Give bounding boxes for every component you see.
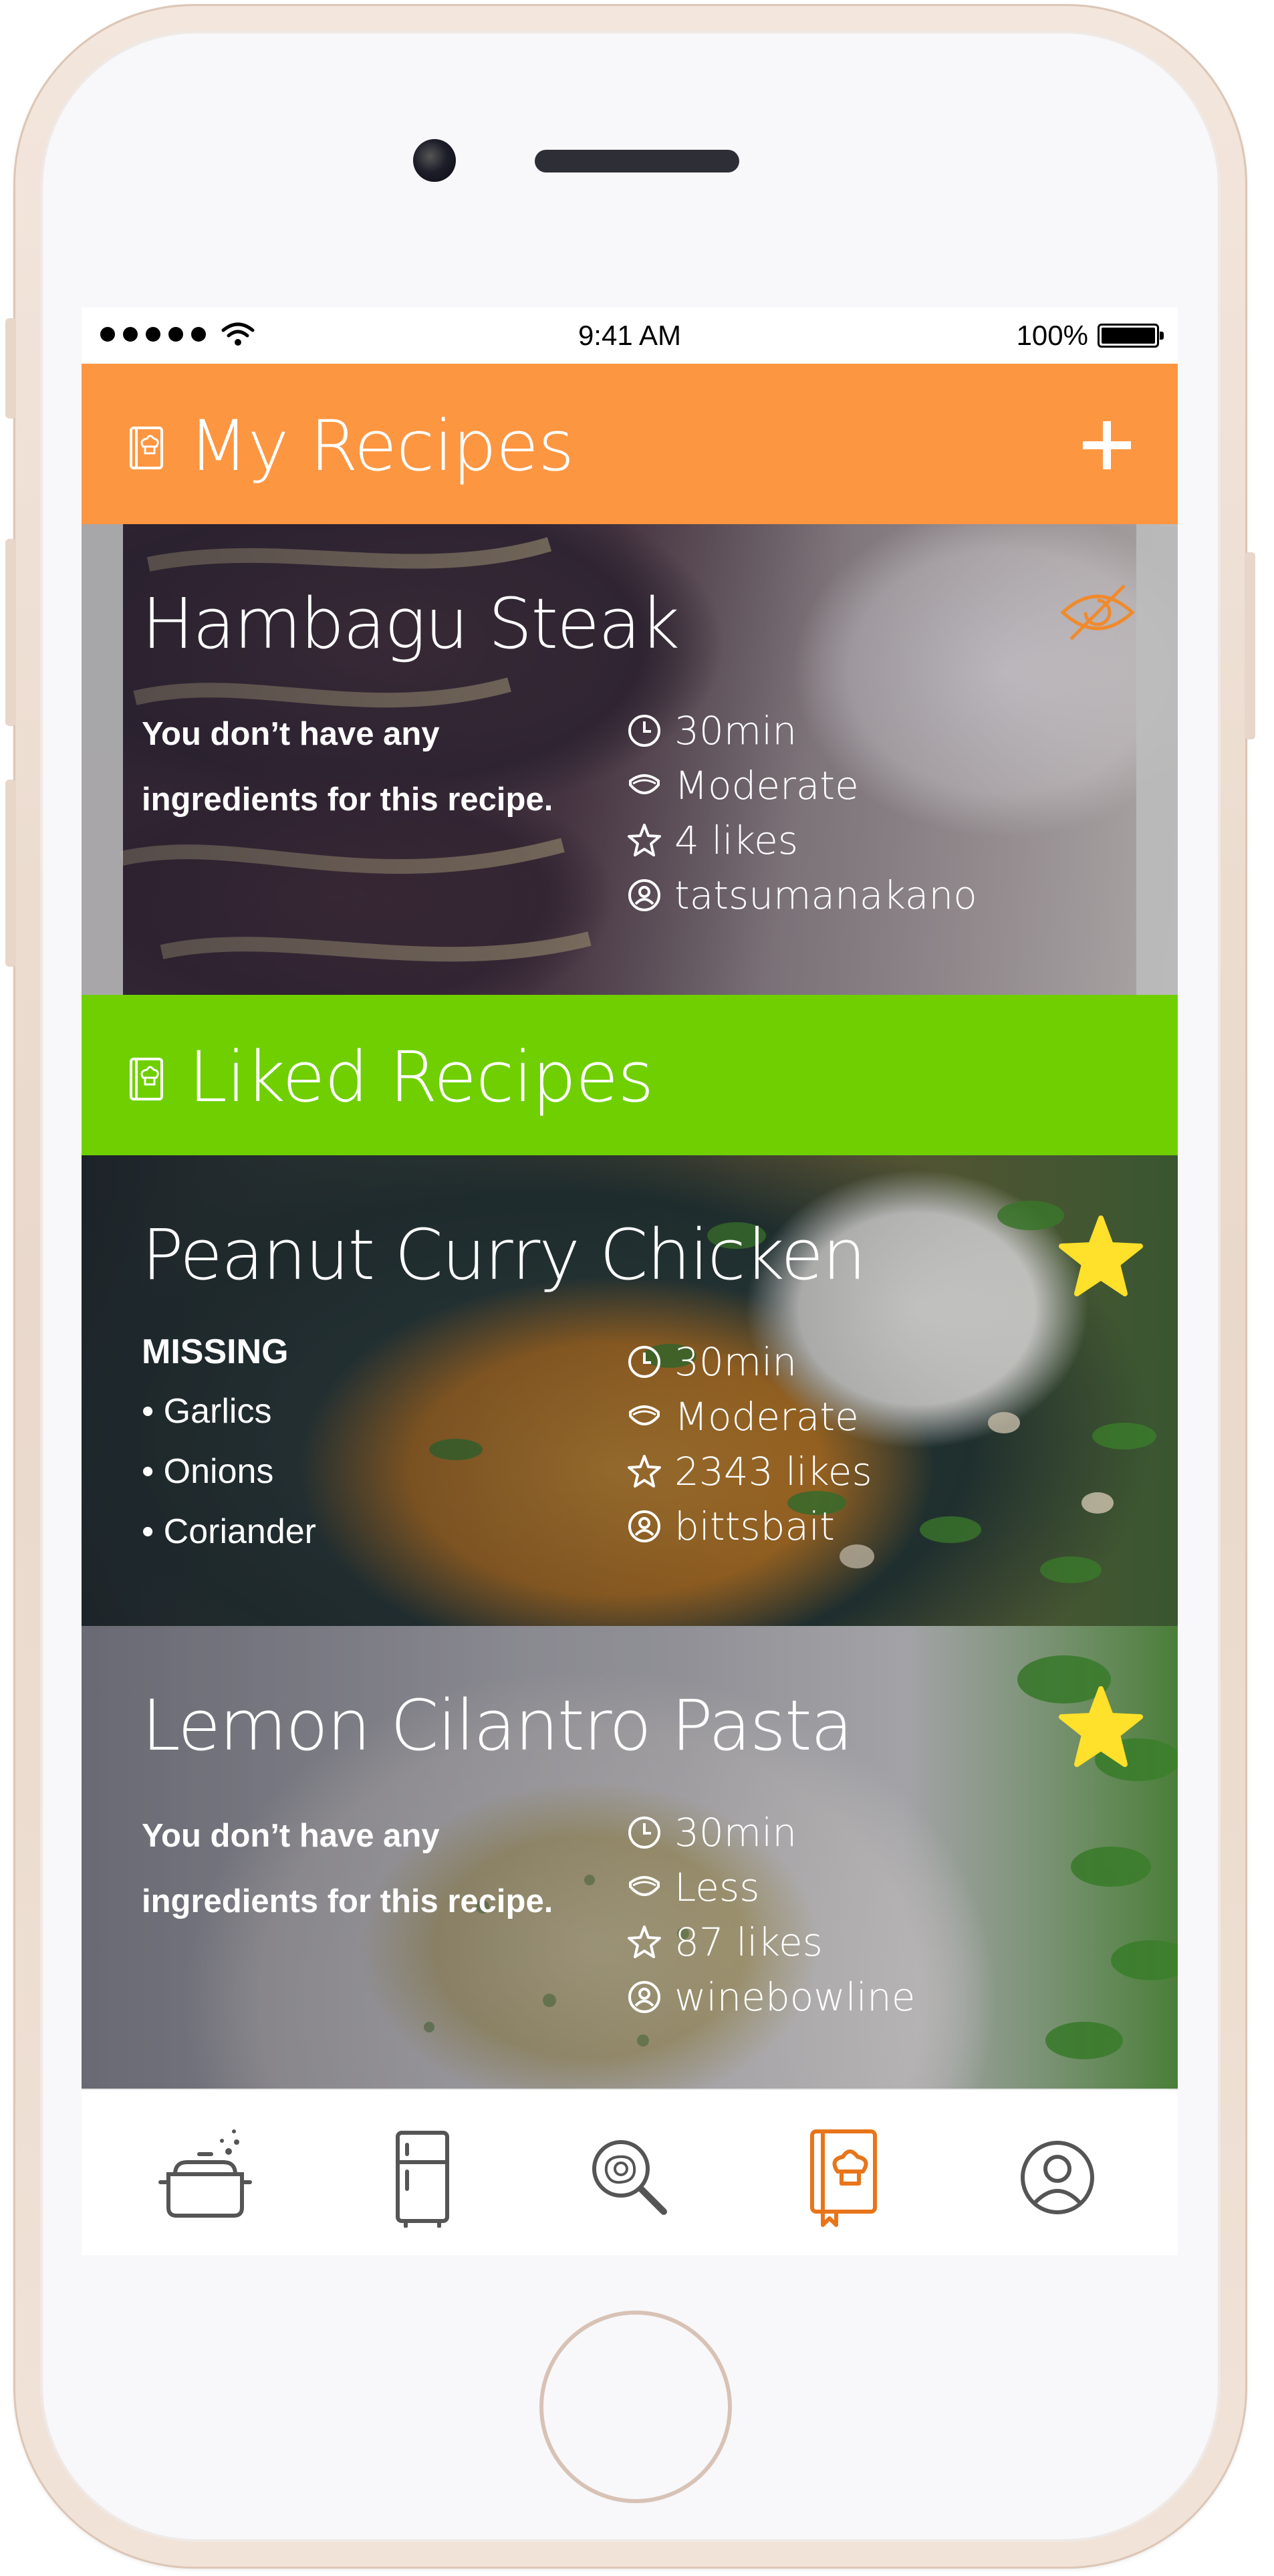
my-recipes-header: My Recipes	[82, 364, 1178, 524]
battery-percent: 100%	[1016, 320, 1088, 351]
recipe-title: Hambagu Steak	[142, 583, 680, 665]
star-outline-icon	[628, 1925, 661, 1958]
author: tatsumanakano	[674, 872, 977, 918]
recipe-book-icon	[130, 427, 163, 469]
difficulty-icon	[629, 1876, 660, 1896]
user-icon	[628, 1510, 660, 1542]
fridge-icon[interactable]	[372, 2127, 473, 2228]
missing-item: • Garlics	[142, 1392, 272, 1431]
author: bittsbait	[674, 1504, 835, 1549]
star-icon[interactable]	[1057, 1215, 1144, 1298]
cook-time: 30min	[674, 1810, 797, 1855]
likes-count: 87 likes	[674, 1919, 823, 1965]
clock-icon	[628, 1346, 660, 1378]
volume-up-button	[5, 539, 16, 726]
star-outline-icon	[628, 1455, 661, 1488]
page-title: My Recipes	[188, 405, 574, 487]
ingredients-note: You don’t have any ingredients for this …	[142, 716, 553, 818]
volume-down-button	[5, 780, 16, 967]
right-edge	[1136, 524, 1178, 995]
star-outline-icon	[628, 824, 661, 856]
difficulty: Less	[674, 1865, 760, 1910]
recipe-title: Lemon Cilantro Pasta	[142, 1685, 853, 1766]
missing-ingredients: MISSING • Garlics • Onions • Coriander	[142, 1322, 316, 1562]
cook-time: 30min	[674, 708, 797, 753]
difficulty: Moderate	[674, 1394, 859, 1439]
recipe-card-lemon-cilantro-pasta[interactable]: Lemon Cilantro Pasta You don’t have any …	[82, 1626, 1178, 2097]
star-icon[interactable]	[1057, 1686, 1144, 1769]
recipe-book-icon[interactable]	[793, 2127, 894, 2228]
left-edge	[82, 524, 123, 995]
status-time: 9:41 AM	[578, 320, 682, 351]
recipe-meta: 30min Less 87 likes winebowline	[626, 1805, 915, 2024]
likes-count: 2343 likes	[674, 1449, 872, 1494]
difficulty: Moderate	[674, 763, 859, 808]
home-button[interactable]	[539, 2311, 732, 2503]
recipe-card-peanut-curry-chicken[interactable]: Peanut Curry Chicken MISSING • Garlics •…	[82, 1155, 1178, 1626]
missing-item: • Coriander	[142, 1512, 316, 1551]
profile-icon[interactable]	[1007, 2127, 1108, 2228]
front-camera	[413, 139, 456, 182]
recipe-meta: 30min Moderate 2343 likes bittsbait	[626, 1334, 872, 1554]
cooking-pot-icon[interactable]	[155, 2127, 255, 2228]
app-screen: 9:41 AM 100% My Recipes Hambagu Steak Yo…	[82, 308, 1178, 2255]
clock-icon	[628, 715, 660, 747]
difficulty-icon	[629, 1405, 660, 1425]
status-bar: 9:41 AM 100%	[82, 308, 1178, 364]
clock-icon	[628, 1817, 660, 1849]
user-icon	[628, 879, 660, 911]
user-icon	[628, 1981, 660, 2013]
recipe-book-icon	[130, 1058, 163, 1100]
missing-item: • Onions	[142, 1452, 274, 1491]
liked-recipes-header: Liked Recipes	[82, 995, 1178, 1155]
battery-icon	[1098, 324, 1164, 348]
mute-switch	[5, 318, 16, 419]
cook-time: 30min	[674, 1339, 797, 1385]
power-button	[1245, 552, 1255, 739]
earpiece-speaker	[535, 150, 739, 172]
likes-count: 4 likes	[674, 818, 798, 863]
recipe-card-hambagu-steak[interactable]: Hambagu Steak You don’t have any ingredi…	[82, 524, 1178, 995]
recipe-meta: 30min Moderate 4 likes tatsumanakano	[626, 703, 977, 923]
recipe-title: Peanut Curry Chicken	[142, 1214, 866, 1296]
tab-bar	[82, 2089, 1178, 2255]
search-egg-icon[interactable]	[580, 2127, 680, 2228]
ingredients-note: You don’t have any ingredients for this …	[142, 1818, 553, 1919]
author: winebowline	[674, 1974, 916, 2020]
eye-slash-icon[interactable]	[1057, 580, 1138, 645]
difficulty-icon	[629, 774, 660, 794]
section-title: Liked Recipes	[188, 1036, 654, 1118]
missing-label: MISSING	[142, 1332, 289, 1371]
add-recipe-button[interactable]	[1083, 421, 1131, 469]
battery-indicator: 100%	[1016, 320, 1164, 352]
